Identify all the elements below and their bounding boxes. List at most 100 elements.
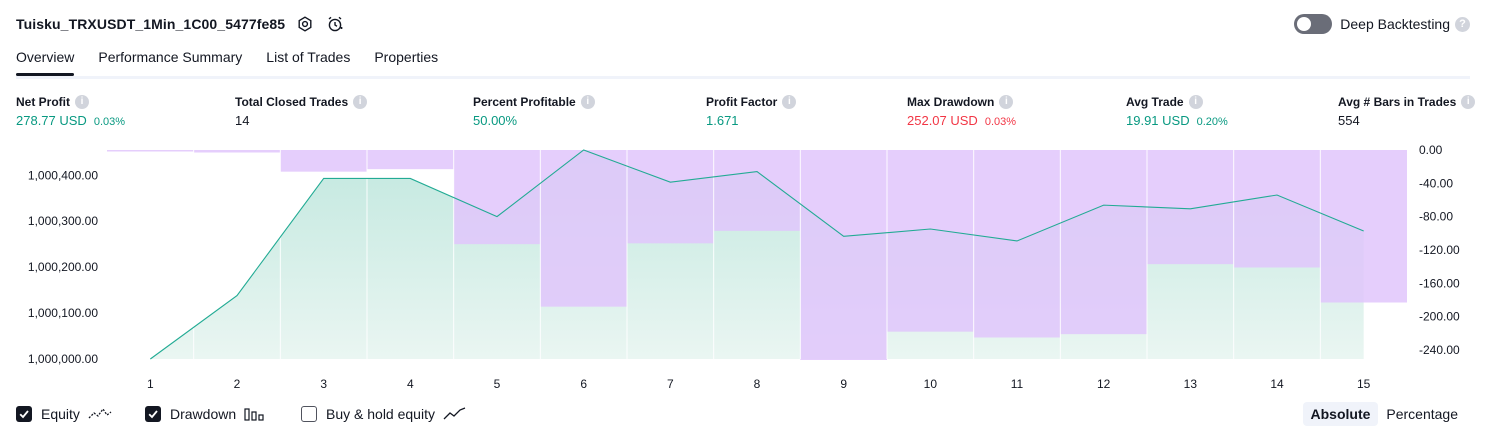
left-axis-tick-label: 1,000,300.00	[28, 214, 98, 228]
metric-profit-factor: Profit Factor i 1.671	[706, 94, 797, 128]
info-icon[interactable]: i	[353, 94, 368, 109]
metric-label: Profit Factor i	[706, 94, 797, 109]
left-axis-tick-label: 1,000,000.00	[28, 352, 98, 366]
settings-gear-icon[interactable]	[295, 14, 315, 34]
legend-equity[interactable]: Equity	[16, 403, 112, 425]
mode-percentage[interactable]: Percentage	[1378, 402, 1466, 426]
tab-list-of-trades[interactable]: List of Trades	[266, 44, 350, 73]
info-icon[interactable]: i	[782, 94, 797, 109]
metric-percent: 0.03%	[93, 116, 126, 128]
help-question-icon[interactable]: ?	[1455, 16, 1470, 32]
value-mode-switch: Absolute Percentage	[1302, 402, 1467, 426]
x-axis-tick-label: 6	[580, 377, 587, 391]
deep-backtesting-toggle[interactable]	[1294, 14, 1333, 34]
x-axis-tick-label: 14	[1270, 377, 1284, 391]
drawdown-bar	[193, 150, 281, 153]
x-axis-tick-label: 2	[234, 377, 241, 391]
left-axis-tick-label: 1,000,400.00	[28, 168, 98, 182]
info-icon[interactable]: i	[75, 94, 89, 109]
x-axis-tick-label: 7	[667, 377, 674, 391]
metric-value: 19.91 USD 0.20%	[1126, 113, 1228, 128]
x-axis-tick-label: 15	[1357, 377, 1371, 391]
buy-hold-checkbox[interactable]	[301, 406, 317, 422]
metric-value: 1.671	[706, 113, 796, 128]
metric-percent: 0.20%	[1196, 116, 1228, 128]
deep-backtesting-label: Deep Backtesting	[1340, 16, 1450, 32]
metric-value-text: 1.671	[706, 113, 739, 128]
drawdown-bar	[800, 150, 887, 360]
buy-hold-line-icon	[443, 406, 467, 422]
equity-checkbox[interactable]	[16, 406, 32, 422]
legend-drawdown[interactable]: Drawdown	[145, 403, 266, 425]
metric-value: 50.00%	[473, 113, 595, 128]
drawdown-bar	[280, 150, 367, 172]
drawdown-bar	[367, 150, 454, 170]
right-axis-tick-label: -120.00	[1419, 243, 1460, 257]
metric-label-text: Avg # Bars in Trades	[1338, 94, 1457, 109]
alarm-clock-icon[interactable]	[325, 14, 345, 34]
tab-properties[interactable]: Properties	[374, 44, 438, 73]
drawdown-bar	[713, 150, 801, 231]
buy-hold-label: Buy & hold equity	[326, 406, 435, 422]
drawdown-bar	[627, 150, 714, 244]
x-axis-tick-label: 13	[1184, 377, 1198, 391]
x-axis-tick-label: 10	[924, 377, 938, 391]
metric-label-text: Profit Factor	[706, 94, 778, 109]
equity-drawdown-chart: 1,000,000.00 1,000,100.00 1,000,200.00 1,00…	[28, 143, 1460, 391]
right-axis-tick-label: -80.00	[1419, 210, 1453, 224]
drawdown-label: Drawdown	[170, 406, 237, 422]
metric-percent-profitable: Percent Profitable i 50.00%	[473, 94, 595, 128]
left-axis-tick-label: 1,000,100.00	[28, 306, 98, 320]
metric-max-drawdown: Max Drawdown i 252.07 USD 0.03%	[907, 94, 1016, 128]
metric-label-text: Max Drawdown	[907, 94, 995, 109]
equity-line-icon	[88, 406, 112, 422]
drawdown-bar	[1233, 150, 1321, 268]
metric-value: 14	[235, 113, 367, 128]
tab-overview[interactable]: Overview	[16, 44, 75, 76]
metric-label: Net Profit i	[16, 94, 125, 109]
drawdown-bar	[1060, 150, 1147, 335]
right-axis-tick-label: -200.00	[1419, 310, 1460, 324]
metric-value-text: 252.07 USD	[907, 113, 978, 128]
x-axis-tick-label: 8	[754, 377, 761, 391]
metric-label: Max Drawdown i	[907, 94, 1016, 109]
legend-buy-hold[interactable]: Buy & hold equity	[301, 403, 467, 425]
metric-label-text: Percent Profitable	[473, 94, 576, 109]
drawdown-bar	[973, 150, 1061, 338]
x-axis-tick-label: 12	[1097, 377, 1111, 391]
metric-value: 554	[1338, 113, 1475, 128]
tab-performance-summary[interactable]: Performance Summary	[98, 44, 242, 73]
info-icon[interactable]: i	[1461, 94, 1476, 109]
drawdown-checkbox[interactable]	[145, 406, 161, 422]
x-axis-tick-label: 4	[407, 377, 414, 391]
metric-label: Percent Profitable i	[473, 94, 595, 109]
x-axis-tick-label: 11	[1011, 377, 1024, 391]
metric-value-text: 278.77 USD	[16, 113, 87, 128]
metric-value-text: 19.91 USD	[1126, 113, 1190, 128]
metric-total-closed-trades: Total Closed Trades i 14	[235, 94, 368, 128]
x-axis-tick-label: 1	[147, 377, 154, 391]
metric-value: 252.07 USD 0.03%	[907, 113, 1016, 128]
drawdown-bar	[1320, 150, 1407, 303]
right-axis-tick-label: -40.00	[1419, 176, 1453, 190]
metric-value-text: 554	[1338, 113, 1360, 128]
metric-label-text: Total Closed Trades	[235, 94, 349, 109]
drawdown-bar	[453, 150, 541, 245]
x-axis-tick-label: 9	[840, 377, 847, 391]
deep-backtesting-control: Deep Backtesting ?	[1294, 12, 1470, 36]
drawdown-bar	[887, 150, 974, 332]
metric-label-text: Avg Trade	[1126, 94, 1184, 109]
info-icon[interactable]: i	[999, 94, 1014, 109]
right-axis-tick-label: -160.00	[1419, 276, 1460, 290]
equity-label: Equity	[41, 406, 80, 422]
info-icon[interactable]: i	[580, 94, 595, 109]
metric-label: Total Closed Trades i	[235, 94, 368, 109]
metric-label: Avg Trade i	[1126, 94, 1228, 109]
metric-avg-trade: Avg Trade i 19.91 USD 0.20%	[1126, 94, 1228, 128]
metric-avg-bars-in-trades: Avg # Bars in Trades i 554	[1338, 94, 1476, 128]
toggle-knob	[1297, 17, 1312, 31]
info-icon[interactable]: i	[1188, 94, 1203, 109]
right-axis-tick-label: -240.00	[1419, 343, 1460, 357]
strategy-title: Tuisku_TRXUSDT_1Min_1C00_5477fe85	[16, 16, 286, 32]
mode-absolute[interactable]: Absolute	[1302, 402, 1379, 426]
